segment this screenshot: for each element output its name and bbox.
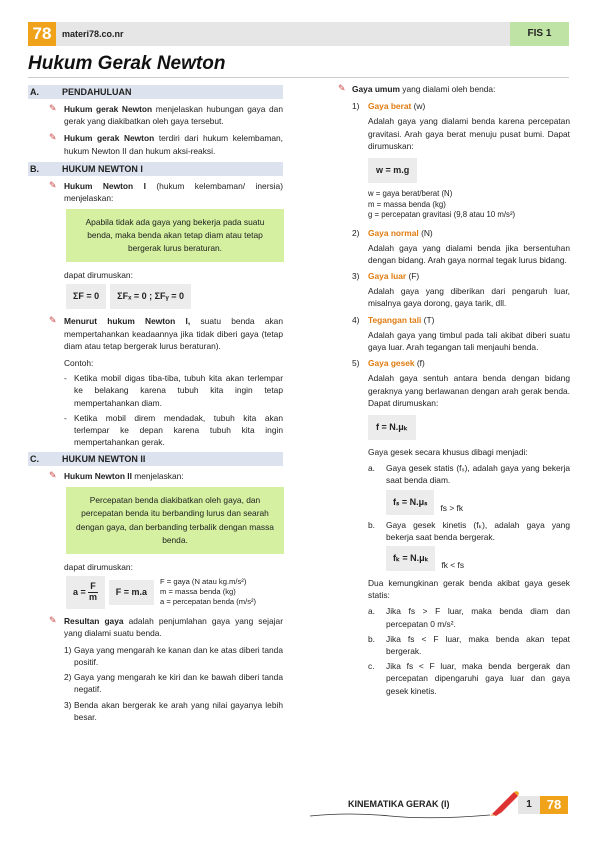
paragraph: ✎ Menurut hukum Newton I, suatu benda aka…	[49, 315, 283, 351]
force-heading: 2) Gaya normal (N)	[352, 227, 433, 238]
pencil-bullet-icon: ✎	[49, 470, 57, 481]
list-item: 2) Gaya yang mengarah ke kiri dan ke bawa…	[64, 672, 283, 695]
section-c-heading: C. HUKUM NEWTON II	[28, 452, 283, 467]
page-number: 1	[518, 796, 540, 814]
formula-box: F = m.a	[108, 579, 155, 605]
pencil-bullet-icon: ✎	[49, 103, 57, 113]
list-item: c. Jika fs < F luar, maka benda bergerak …	[368, 661, 570, 696]
formula-legend: F = gaya (N atau kg.m/s²) m = massa benda…	[160, 577, 257, 607]
paragraph: ✎ Hukum Newton II menjelaskan:	[49, 470, 184, 482]
paragraph: ✎ Hukum gerak Newton menjelaskan hubungan…	[49, 103, 283, 127]
footer-decoration	[310, 813, 490, 819]
list-item: b. Jika fs < F luar, maka benda akan tepa…	[368, 633, 570, 656]
pencil-icon	[490, 791, 519, 816]
footer-logo: 78	[540, 796, 568, 814]
right-column: ✎ Gaya umum yang dialami oleh benda: 1) Ga…	[338, 83, 570, 700]
list-item: 3) Benda akan bergerak ke arah yang nilai…	[64, 699, 283, 722]
formula-box: ΣF = 0	[66, 284, 107, 310]
formula-box: fₖ = N.μₖ	[386, 546, 436, 572]
formula-box: fₛ = N.μₛ	[386, 489, 435, 515]
paragraph: Gaya gesek secara khusus dibagi menjadi:	[368, 447, 528, 458]
pencil-bullet-icon: ✎	[49, 179, 57, 190]
force-heading: 1) Gaya berat (w)	[352, 101, 426, 112]
pencil-bullet-icon: ✎	[49, 315, 57, 326]
list-item: - Ketika mobil digas tiba-tiba, tubuh kit…	[64, 373, 283, 408]
paragraph: ✎ Resultan gaya adalah penjumlahan gaya y…	[49, 614, 283, 638]
formula-condition: fk < fs	[441, 559, 465, 570]
formula-box: f = N.μₖ	[368, 414, 416, 441]
formula-row: fₖ = N.μₖ fk < fs	[386, 546, 570, 572]
pencil-bullet-icon: ✎	[49, 132, 57, 143]
formula-row: a = Fm F = m.a F = gaya (N atau kg.m/s²)…	[66, 575, 283, 609]
page-title: Hukum Gerak Newton	[28, 53, 226, 74]
paragraph: Adalah gaya yang diberikan dari pengaruh…	[368, 286, 570, 309]
pencil-bullet-icon: ✎	[49, 614, 57, 625]
subject-code: FIS 1	[510, 22, 569, 46]
section-b-heading: B. HUKUM NEWTON I	[28, 161, 283, 176]
title-divider	[28, 77, 569, 78]
paragraph: Dua kemungkinan gerak benda akibat gaya …	[368, 578, 570, 601]
formula-row: ΣF = 0 ΣFₓ = 0 ; ΣFᵧ = 0	[66, 284, 283, 310]
list-item: b. Gaya gesek kinetis (fₖ), adalah gaya y…	[368, 519, 570, 542]
formula-label: dapat dirumuskan:	[64, 561, 133, 572]
formula-box: a = Fm	[66, 575, 105, 609]
paragraph: ✎ Hukum gerak Newton terdiri dari hukum k…	[49, 132, 283, 156]
site-name[interactable]: materi78.co.nr	[62, 28, 124, 41]
formula-row: fₛ = N.μₛ fs > fk	[386, 489, 570, 515]
paragraph: ✎ Gaya umum yang dialami oleh benda:	[338, 83, 496, 95]
definition-box: Percepatan benda diakibatkan oleh gaya, …	[66, 487, 284, 554]
force-heading: 5) Gaya gesek (f)	[352, 358, 425, 369]
section-a-heading: A. PENDAHULUAN	[28, 85, 283, 99]
logo: 78	[28, 22, 56, 46]
paragraph: Adalah gaya yang dialami benda karena pe…	[368, 116, 570, 151]
formula-condition: fs > fk	[440, 503, 464, 514]
paragraph: Adalah gaya yang timbul pada tali akibat…	[368, 329, 570, 353]
formula-legend: w = gaya berat/berat (N) m = massa benda …	[368, 188, 516, 220]
paragraph: ✎ Hukum Newton I (hukum kelembaman/ iners…	[49, 179, 283, 203]
pencil-bullet-icon: ✎	[338, 83, 346, 93]
list-item: 1) Gaya yang mengarah ke kanan dan ke ata…	[64, 644, 283, 668]
force-heading: 4) Tegangan tali (T)	[352, 314, 435, 325]
list-item: a. Gaya gesek statis (fₛ), adalah gaya ya…	[368, 463, 570, 486]
list-item: - Ketika mobil direm mendadak, tubuh kita…	[64, 412, 283, 448]
definition-box: Apabila tidak ada gaya yang bekerja pada…	[66, 209, 284, 263]
paragraph: Adalah gaya yang dialami benda jika bers…	[368, 242, 570, 265]
list-item: a. Jika fs > F luar, maka benda diam dan …	[368, 606, 570, 629]
formula-label: dapat dirumuskan:	[64, 270, 133, 281]
formula-box: w = m.g	[368, 157, 418, 183]
formula-box: ΣFₓ = 0 ; ΣFᵧ = 0	[110, 284, 192, 310]
left-column: A. PENDAHULUAN ✎ Hukum gerak Newton menjel…	[28, 83, 284, 726]
example-label: Contoh:	[64, 357, 94, 368]
paragraph: Adalah gaya sentuh antara benda dengan b…	[368, 373, 570, 408]
force-heading: 3) Gaya luar (F)	[352, 271, 420, 282]
